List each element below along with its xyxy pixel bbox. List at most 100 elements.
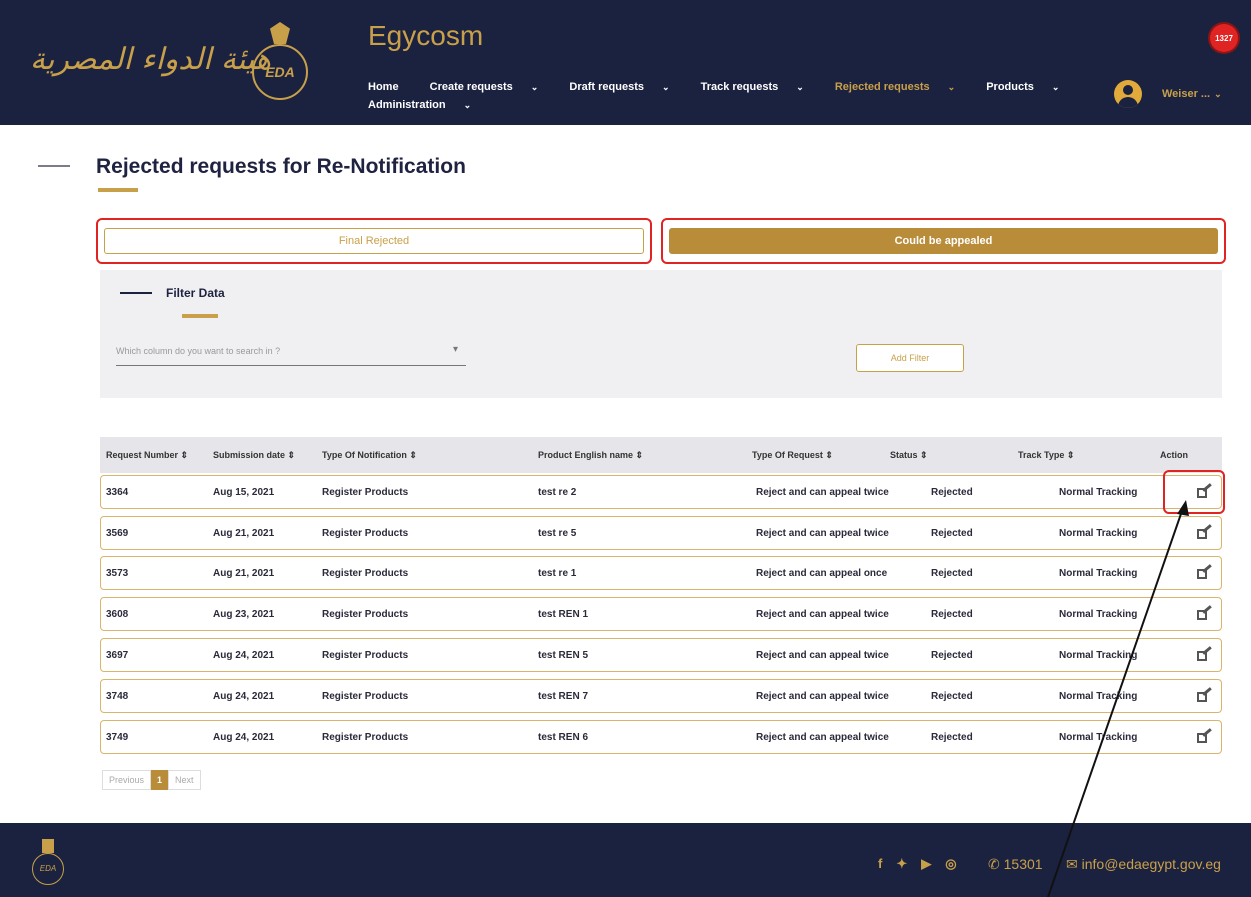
add-filter-button[interactable]: Add Filter — [856, 344, 964, 372]
filter-underline — [182, 314, 218, 318]
header-type-of-notification[interactable]: Type Of Notification ⇕ — [322, 450, 417, 461]
main-nav: Home Create requests ⌄ Draft requests ⌄ Tr… — [368, 78, 1088, 114]
nav-administration-label: Administration — [368, 99, 446, 111]
nav-rejected-requests[interactable]: Rejected requests ⌄ — [835, 81, 969, 93]
email-address: info@edaegypt.gov.eg — [1081, 856, 1221, 872]
cell-track-type: Normal Tracking — [1059, 732, 1138, 743]
cell-request-number: 3749 — [106, 732, 129, 743]
twitter-icon[interactable]: ✦ — [896, 856, 907, 872]
cell-status: Rejected — [931, 650, 973, 661]
cell-notification-type: Register Products — [322, 528, 409, 539]
cell-request-number: 3608 — [106, 609, 129, 620]
cell-product-name: test re 1 — [538, 568, 577, 579]
phone-contact[interactable]: ✆ 15301 — [988, 856, 1043, 873]
cell-track-type: Normal Tracking — [1059, 528, 1138, 539]
page-number-button[interactable]: 1 — [151, 770, 169, 790]
cell-submission-date: Aug 21, 2021 — [213, 568, 275, 579]
edit-icon[interactable] — [1197, 605, 1212, 620]
nav-create-requests[interactable]: Create requests ⌄ — [430, 81, 553, 93]
edit-icon[interactable] — [1197, 524, 1212, 539]
edit-icon[interactable] — [1197, 646, 1212, 661]
page-title: Rejected requests for Re-Notification — [96, 155, 466, 178]
table-row: 3697 Aug 24, 2021 Register Products test… — [100, 638, 1222, 672]
user-menu[interactable]: Weiser ... ⌄ — [1162, 88, 1222, 100]
cell-request-number: 3364 — [106, 487, 129, 498]
next-page-button[interactable]: Next — [168, 770, 201, 790]
cell-request-type: Reject and can appeal twice — [756, 528, 889, 539]
filter-column-select[interactable]: Which column do you want to search in ? … — [116, 338, 466, 366]
header-track-type[interactable]: Track Type ⇕ — [1018, 450, 1074, 461]
nav-track-requests[interactable]: Track requests ⌄ — [701, 81, 818, 93]
emblem-text: EDA — [265, 64, 295, 80]
chevron-down-icon: ⌄ — [463, 100, 472, 110]
edit-icon[interactable] — [1197, 564, 1212, 579]
cell-track-type: Normal Tracking — [1059, 609, 1138, 620]
title-underline — [98, 188, 138, 192]
facebook-icon[interactable]: f — [878, 856, 882, 872]
previous-page-button[interactable]: Previous — [102, 770, 152, 790]
user-avatar-icon[interactable] — [1114, 80, 1142, 108]
cell-request-type: Reject and can appeal twice — [756, 609, 889, 620]
nav-track-requests-label: Track requests — [700, 81, 779, 93]
cell-status: Rejected — [931, 487, 973, 498]
nav-create-requests-label: Create requests — [429, 81, 513, 93]
cell-notification-type: Register Products — [322, 487, 409, 498]
table-row: 3364 Aug 15, 2021 Register Products test… — [100, 475, 1222, 509]
filter-panel: Filter Data Which column do you want to … — [100, 270, 1222, 398]
youtube-icon[interactable]: ▶ — [921, 856, 931, 872]
nav-products[interactable]: Products ⌄ — [986, 81, 1073, 93]
filter-select-placeholder: Which column do you want to search in ? — [116, 346, 281, 356]
header-product-english-name[interactable]: Product English name ⇕ — [538, 450, 643, 461]
filter-dash — [120, 292, 152, 294]
cell-submission-date: Aug 24, 2021 — [213, 691, 275, 702]
table-row: 3573 Aug 21, 2021 Register Products test… — [100, 556, 1222, 590]
nav-home[interactable]: Home — [368, 81, 413, 93]
tab-could-be-appealed[interactable]: Could be appealed — [669, 228, 1218, 254]
header-status[interactable]: Status ⇕ — [890, 450, 928, 461]
cell-submission-date: Aug 24, 2021 — [213, 732, 275, 743]
email-icon: ✉ — [1066, 856, 1082, 872]
chevron-down-icon: ⌄ — [661, 82, 670, 92]
tab-final-rejected[interactable]: Final Rejected — [104, 228, 644, 254]
footer: EDA f ✦ ▶ ◎ ✆ 15301 ✉ info@edaegypt.gov.… — [0, 823, 1251, 897]
user-name: Weiser ... — [1162, 88, 1211, 100]
header-type-of-request[interactable]: Type Of Request ⇕ — [752, 450, 833, 461]
cell-product-name: test re 2 — [538, 487, 577, 498]
cell-track-type: Normal Tracking — [1059, 568, 1138, 579]
cell-notification-type: Register Products — [322, 691, 409, 702]
could-be-appealed-tab-highlight: Could be appealed — [661, 218, 1226, 264]
eagle-icon — [42, 839, 54, 853]
header-action: Action — [1160, 450, 1188, 460]
header-submission-date[interactable]: Submission date ⇕ — [213, 450, 295, 461]
cell-notification-type: Register Products — [322, 732, 409, 743]
email-contact[interactable]: ✉ info@edaegypt.gov.eg — [1066, 856, 1221, 873]
nav-home-label: Home — [368, 81, 399, 93]
cell-notification-type: Register Products — [322, 650, 409, 661]
edit-icon[interactable] — [1197, 687, 1212, 702]
table-row: 3608 Aug 23, 2021 Register Products test… — [100, 597, 1222, 631]
cell-status: Rejected — [931, 609, 973, 620]
footer-logo-text: EDA — [32, 853, 64, 885]
cell-status: Rejected — [931, 732, 973, 743]
nav-administration[interactable]: Administration ⌄ — [368, 99, 485, 111]
instagram-icon[interactable]: ◎ — [945, 856, 956, 872]
edit-icon[interactable] — [1197, 728, 1212, 743]
cell-track-type: Normal Tracking — [1059, 650, 1138, 661]
cell-request-type: Reject and can appeal twice — [756, 650, 889, 661]
filter-title: Filter Data — [166, 286, 225, 300]
cell-notification-type: Register Products — [322, 609, 409, 620]
table-row: 3569 Aug 21, 2021 Register Products test… — [100, 516, 1222, 550]
notification-badge[interactable]: 1327 — [1210, 24, 1238, 52]
cell-request-type: Reject and can appeal once — [756, 568, 888, 579]
cell-submission-date: Aug 21, 2021 — [213, 528, 275, 539]
chevron-down-icon: ⌄ — [796, 82, 804, 92]
cell-product-name: test REN 5 — [538, 650, 589, 661]
header-request-number[interactable]: Request Number ⇕ — [106, 450, 188, 461]
table-row: 3749 Aug 24, 2021 Register Products test… — [100, 720, 1222, 754]
cell-request-type: Reject and can appeal twice — [756, 732, 889, 743]
arabic-logo: هيئة الدواء المصرية — [30, 42, 272, 77]
nav-draft-requests[interactable]: Draft requests ⌄ — [569, 81, 683, 93]
cell-status: Rejected — [931, 528, 973, 539]
final-rejected-tab-highlight: Final Rejected — [96, 218, 652, 264]
cell-submission-date: Aug 15, 2021 — [213, 487, 275, 498]
